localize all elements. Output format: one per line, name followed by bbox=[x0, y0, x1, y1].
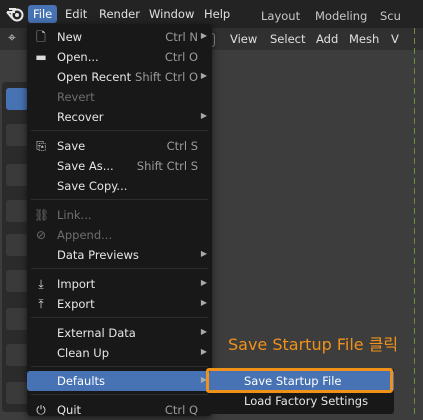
tab-layout[interactable]: Layout bbox=[261, 9, 300, 23]
annotation-text: Save Startup File 클릭 bbox=[228, 335, 399, 354]
menu-item-new[interactable]: 🗋 New Ctrl N ▶ bbox=[27, 27, 212, 47]
menu-item-label: External Data bbox=[57, 326, 136, 340]
submenu-arrow-icon: ▶ bbox=[200, 31, 207, 40]
tab-sculpting[interactable]: Scu bbox=[380, 9, 401, 23]
shortcut-label: Ctrl O bbox=[164, 50, 198, 64]
viewport-menu-vertex[interactable]: V bbox=[391, 32, 399, 46]
menu-window[interactable]: Window bbox=[144, 5, 199, 23]
menu-render[interactable]: Render bbox=[94, 5, 145, 23]
viewport-menu-mesh[interactable]: Mesh bbox=[349, 32, 379, 46]
submenu-arrow-icon: ▶ bbox=[200, 298, 207, 307]
transform-tool[interactable] bbox=[6, 270, 28, 292]
save-icon: ⎘ bbox=[36, 139, 46, 153]
measure-tool[interactable] bbox=[6, 344, 28, 366]
shortcut-label: Ctrl N bbox=[165, 30, 198, 44]
link-icon: ⛓ bbox=[34, 208, 50, 222]
menu-help[interactable]: Help bbox=[199, 5, 235, 23]
append-icon: ⊘ bbox=[35, 228, 47, 242]
menu-item-export[interactable]: ⤒ Export ▶ bbox=[27, 294, 212, 314]
menu-file[interactable]: File bbox=[28, 5, 58, 23]
menu-item-label: Defaults bbox=[57, 374, 106, 388]
menu-item-save-copy[interactable]: Save Copy... bbox=[27, 176, 212, 196]
menu-item-link: ⛓ Link... bbox=[27, 205, 212, 225]
file-menu: 🗋 New Ctrl N ▶ ▬ Open... Ctrl O Open Rec… bbox=[27, 24, 212, 417]
object-mode-icon[interactable]: ⌖ bbox=[8, 30, 24, 46]
menu-item-defaults[interactable]: Defaults ▶ bbox=[27, 371, 212, 391]
menu-item-data-previews[interactable]: Data Previews ▶ bbox=[27, 245, 212, 265]
submenu-arrow-icon: ▶ bbox=[200, 111, 207, 120]
menu-item-label: Open Recent bbox=[57, 70, 132, 84]
menu-item-quit[interactable]: ⏻ Quit Ctrl Q bbox=[27, 400, 212, 420]
add-cube-tool[interactable] bbox=[6, 382, 28, 404]
new-file-icon: 🗋 bbox=[36, 30, 46, 44]
menu-item-label: Link... bbox=[57, 208, 92, 222]
select-box-tool[interactable] bbox=[6, 88, 28, 110]
menu-item-label: Revert bbox=[57, 90, 95, 104]
menu-item-revert: Revert bbox=[27, 87, 212, 107]
menu-item-label: Data Previews bbox=[57, 248, 139, 262]
menu-edit[interactable]: Edit bbox=[60, 5, 92, 23]
move-tool[interactable] bbox=[6, 164, 28, 186]
viewport-menu-select[interactable]: Select bbox=[270, 32, 305, 46]
y-axis-line bbox=[414, 28, 415, 414]
shortcut-label: Ctrl S bbox=[166, 139, 198, 153]
menu-item-external-data[interactable]: External Data ▶ bbox=[27, 323, 212, 343]
menu-item-label: Import bbox=[57, 277, 96, 291]
shortcut-label: Shift Ctrl O bbox=[135, 70, 198, 84]
menu-item-label: Open... bbox=[57, 50, 99, 64]
menu-separator bbox=[31, 317, 208, 318]
menu-item-open[interactable]: ▬ Open... Ctrl O bbox=[27, 47, 212, 67]
menu-item-label: Save Copy... bbox=[57, 179, 128, 193]
menu-item-recover[interactable]: Recover ▶ bbox=[27, 107, 212, 127]
submenu-arrow-icon: ▶ bbox=[200, 71, 207, 80]
folder-icon: ▬ bbox=[35, 50, 47, 64]
menu-item-open-recent[interactable]: Open Recent Shift Ctrl O ▶ bbox=[27, 67, 212, 87]
submenu-arrow-icon: ▶ bbox=[200, 327, 207, 336]
menu-separator bbox=[31, 130, 208, 131]
menu-item-save[interactable]: ⎘ Save Ctrl S bbox=[27, 136, 212, 156]
menu-item-label: Export bbox=[57, 297, 95, 311]
rotate-tool[interactable] bbox=[6, 200, 28, 222]
viewport-menu-add[interactable]: Add bbox=[316, 32, 338, 46]
submenu-item-load-factory-settings[interactable]: Load Factory Settings bbox=[209, 391, 394, 411]
menu-separator bbox=[31, 394, 208, 395]
tab-modeling[interactable]: Modeling bbox=[315, 9, 367, 23]
viewport-menu-view[interactable]: View bbox=[230, 32, 257, 46]
cursor-tool[interactable] bbox=[6, 124, 28, 146]
submenu-arrow-icon: ▶ bbox=[200, 249, 207, 258]
blender-logo-icon[interactable] bbox=[6, 6, 24, 22]
annotate-tool[interactable] bbox=[6, 308, 28, 330]
menu-item-label: Clean Up bbox=[57, 346, 110, 360]
menu-separator bbox=[31, 268, 208, 269]
export-icon: ⤒ bbox=[38, 297, 44, 311]
submenu-arrow-icon: ▶ bbox=[200, 278, 207, 287]
submenu-arrow-icon: ▶ bbox=[200, 347, 207, 356]
menu-item-label: Save As... bbox=[57, 159, 114, 173]
shortcut-label: Ctrl Q bbox=[164, 403, 198, 417]
menu-separator bbox=[31, 199, 208, 200]
submenu-item-label: Load Factory Settings bbox=[244, 394, 369, 408]
menu-separator bbox=[31, 366, 208, 367]
menu-item-append: ⊘ Append... bbox=[27, 225, 212, 245]
menu-item-label: Quit bbox=[57, 403, 82, 417]
menu-item-label: Recover bbox=[57, 110, 104, 124]
scale-tool[interactable] bbox=[6, 234, 28, 256]
menu-item-label: New bbox=[57, 30, 83, 44]
menu-item-clean-up[interactable]: Clean Up ▶ bbox=[27, 343, 212, 363]
highlight-outline bbox=[206, 368, 393, 393]
menu-item-label: Save bbox=[57, 139, 86, 153]
import-icon: ⤓ bbox=[38, 277, 44, 291]
menu-item-import[interactable]: ⤓ Import ▶ bbox=[27, 274, 212, 294]
menu-item-label: Append... bbox=[57, 228, 113, 242]
menu-item-save-as[interactable]: Save As... Shift Ctrl S bbox=[27, 156, 212, 176]
shortcut-label: Shift Ctrl S bbox=[136, 159, 198, 173]
quit-icon: ⏻ bbox=[36, 403, 46, 417]
